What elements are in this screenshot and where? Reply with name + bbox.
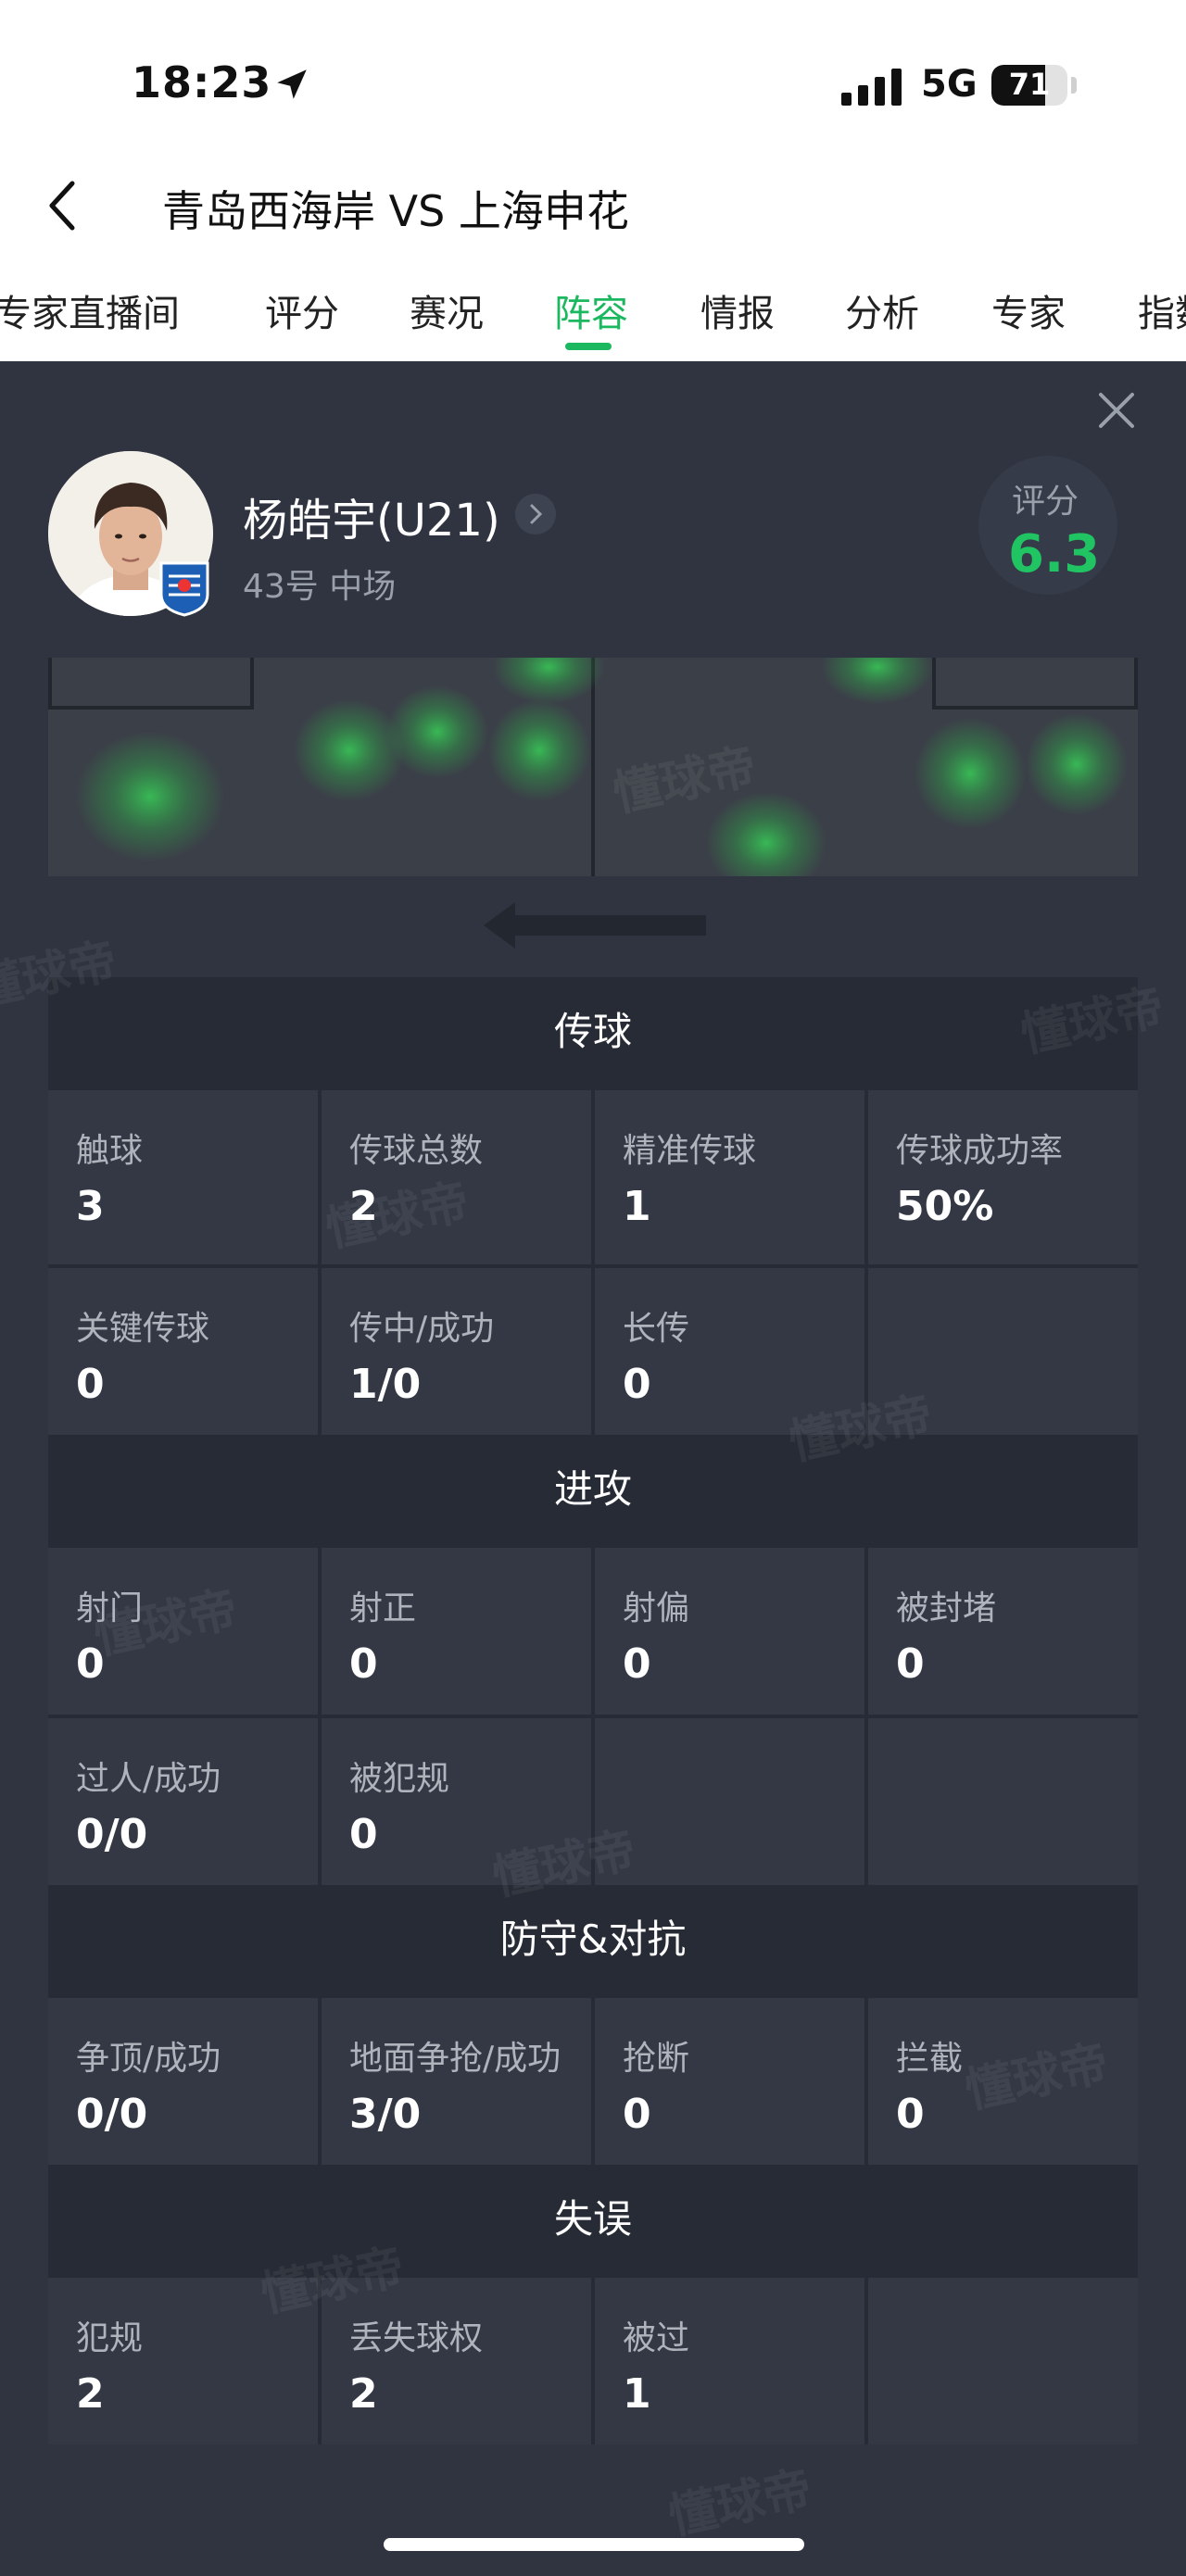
stat-cell: 射偏 0 — [595, 1548, 864, 1715]
stat-label: 射偏 — [623, 1590, 690, 1627]
stat-cell: 被封堵 0 — [868, 1548, 1138, 1715]
stat-value: 3/0 — [349, 2091, 422, 2138]
stat-value: 0 — [896, 2091, 925, 2138]
cellular-signal-icon — [841, 69, 902, 106]
tab-lineup[interactable]: 阵容 — [554, 283, 628, 337]
stat-value: 1 — [623, 1183, 651, 1230]
stat-label: 犯规 — [76, 2319, 144, 2357]
stat-cell: 关键传球 0 — [48, 1268, 318, 1435]
stat-cell: 抢断 0 — [595, 1998, 864, 2165]
stat-label: 被犯规 — [349, 1760, 450, 1798]
stat-label: 射正 — [349, 1590, 417, 1627]
stat-value: 0/0 — [76, 2091, 148, 2138]
stat-label: 地面争抢/成功 — [349, 2040, 561, 2078]
home-indicator[interactable] — [384, 2538, 804, 2551]
stat-value: 1/0 — [349, 1361, 422, 1408]
stat-label: 长传 — [623, 1310, 690, 1348]
location-arrow-icon — [277, 69, 307, 99]
battery-icon: 71 — [991, 65, 1067, 106]
stats-table: 传球 触球 3 传球总数 2 精准传球 1 传球成功率 50% 关键传球 0 传中/成功 1… — [48, 977, 1138, 2444]
heatmap — [48, 658, 1138, 876]
stat-label: 争顶/成功 — [76, 2040, 221, 2078]
section-header-errors: 失误 — [48, 2165, 1138, 2274]
stat-label: 被封堵 — [896, 1590, 997, 1627]
stat-value: 2 — [349, 2370, 378, 2418]
network-type: 5G — [921, 63, 978, 106]
back-chevron-icon[interactable] — [41, 178, 83, 233]
player-number-position: 43号 中场 — [243, 568, 397, 606]
stat-cell: 传球成功率 50% — [868, 1090, 1138, 1264]
stat-cell: 射正 0 — [322, 1548, 591, 1715]
stat-value: 0 — [623, 2091, 651, 2138]
stat-label: 关键传球 — [76, 1310, 210, 1348]
tab-rating[interactable]: 评分 — [265, 283, 339, 337]
stat-label: 抢断 — [623, 2040, 690, 2078]
rating-label: 评分 — [1012, 483, 1079, 521]
active-tab-indicator — [565, 343, 612, 350]
stat-cell: 过人/成功 0/0 — [48, 1718, 318, 1885]
stat-label: 过人/成功 — [76, 1760, 221, 1798]
stat-cell: 触球 3 — [48, 1090, 318, 1264]
attack-direction-arrow-icon — [484, 902, 706, 949]
tab-match-events[interactable]: 赛况 — [410, 283, 484, 337]
top-bar: 18:23 5G 71 青岛西海岸 VS 上海申花 专家直播间 评分 赛况 阵容… — [0, 0, 1186, 361]
section-header-defense: 防守&对抗 — [48, 1885, 1138, 1994]
stat-value: 0 — [76, 1361, 105, 1408]
stat-value: 0/0 — [76, 1811, 148, 1858]
stat-value: 50% — [896, 1183, 994, 1230]
stat-label: 传球总数 — [349, 1132, 484, 1170]
tab-analysis[interactable]: 分析 — [845, 283, 919, 337]
stat-cell-empty — [868, 2278, 1138, 2444]
section-header-attack: 进攻 — [48, 1435, 1138, 1544]
stat-cell: 传中/成功 1/0 — [322, 1268, 591, 1435]
stat-value: 2 — [76, 2370, 105, 2418]
stat-value: 0 — [349, 1640, 378, 1688]
stat-cell: 争顶/成功 0/0 — [48, 1998, 318, 2165]
player-name[interactable]: 杨皓宇(U21) — [243, 484, 500, 548]
stat-label: 被过 — [623, 2319, 690, 2357]
stat-value: 0 — [623, 1640, 651, 1688]
section-header-passing: 传球 — [48, 977, 1138, 1087]
stat-value: 0 — [623, 1361, 651, 1408]
stat-label: 触球 — [76, 1132, 144, 1170]
battery-cap — [1071, 77, 1077, 94]
stat-cell-empty — [868, 1718, 1138, 1885]
stat-value: 0 — [349, 1811, 378, 1858]
rating-value: 6.3 — [1008, 524, 1101, 584]
team-badge-icon — [159, 561, 209, 617]
tab-expert-live[interactable]: 专家直播间 — [0, 283, 180, 337]
stats-grid-errors: 犯规 2 丢失球权 2 被过 1 — [48, 2274, 1138, 2444]
stat-label: 丢失球权 — [349, 2319, 484, 2357]
stat-cell: 精准传球 1 — [595, 1090, 864, 1264]
match-title: 青岛西海岸 VS 上海申花 — [162, 186, 629, 236]
stat-cell: 被过 1 — [595, 2278, 864, 2444]
status-time: 18:23 — [132, 57, 272, 107]
stat-label: 传球成功率 — [896, 1132, 1064, 1170]
tab-bar: 专家直播间 评分 赛况 阵容 情报 分析 专家 指数 — [0, 283, 1186, 348]
battery-percent: 71 — [1008, 67, 1051, 102]
stat-label: 精准传球 — [623, 1132, 757, 1170]
stat-label: 拦截 — [896, 2040, 964, 2078]
tab-expert[interactable]: 专家 — [991, 283, 1066, 337]
stat-value: 1 — [623, 2370, 651, 2418]
tab-intel[interactable]: 情报 — [700, 283, 775, 337]
stat-value: 3 — [76, 1183, 105, 1230]
chevron-right-icon[interactable] — [515, 494, 556, 534]
tab-odds[interactable]: 指数 — [1138, 283, 1186, 337]
close-icon[interactable] — [1093, 387, 1140, 434]
stats-grid-passing: 触球 3 传球总数 2 精准传球 1 传球成功率 50% 关键传球 0 传中/成功 1/0 … — [48, 1087, 1138, 1435]
stat-cell: 地面争抢/成功 3/0 — [322, 1998, 591, 2165]
stat-label: 传中/成功 — [349, 1310, 495, 1348]
stat-value: 0 — [896, 1640, 925, 1688]
